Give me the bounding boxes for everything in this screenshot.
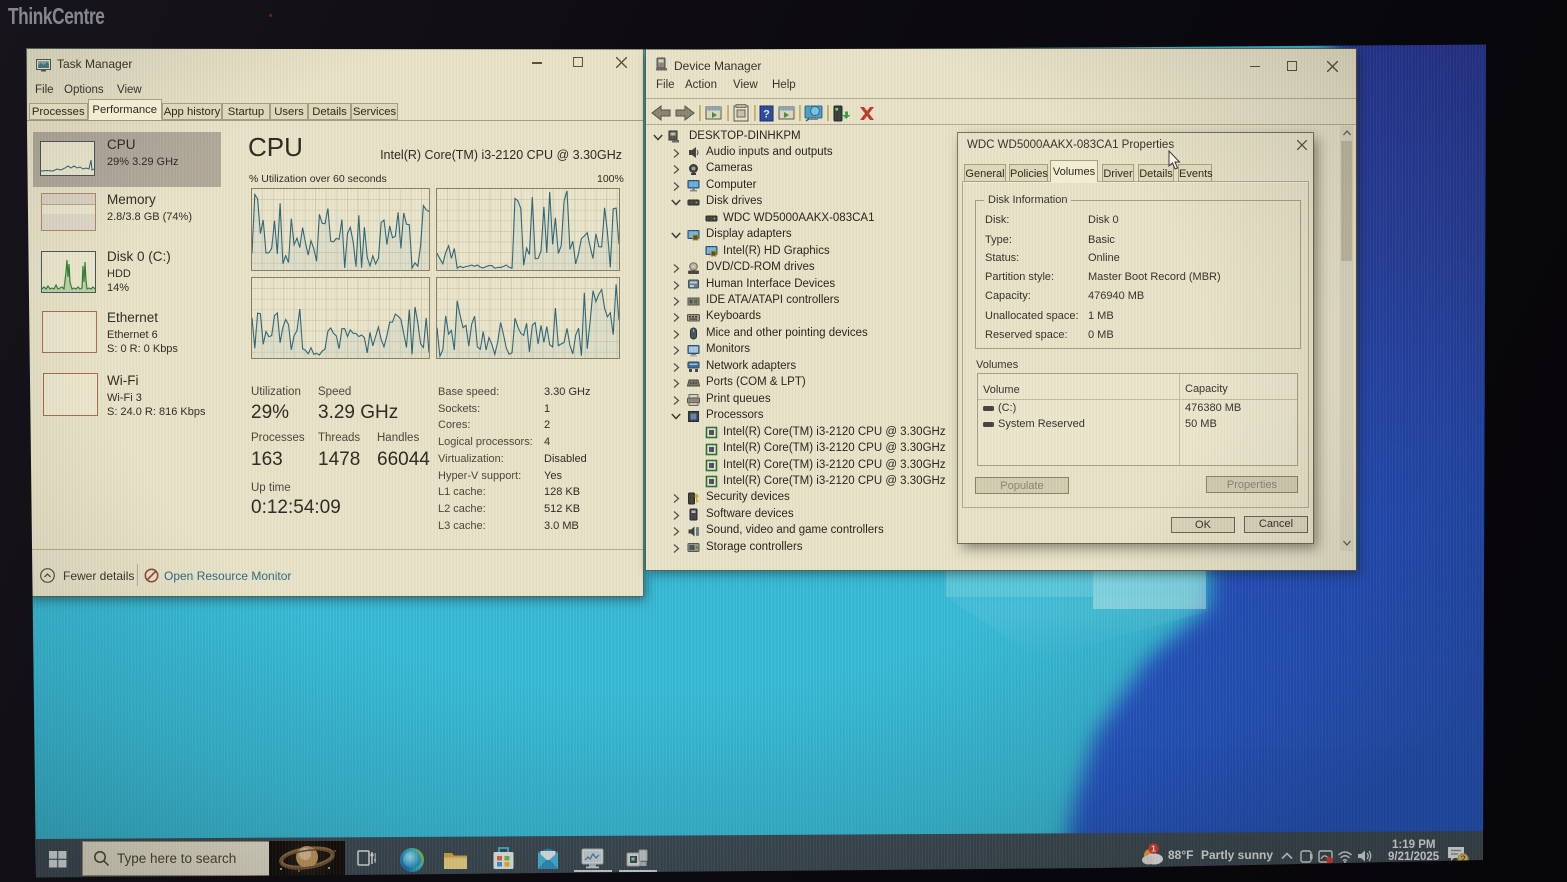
svg-text:1: 1	[1151, 844, 1156, 854]
svg-text:2: 2	[1460, 854, 1465, 864]
svg-text:?: ?	[763, 108, 770, 120]
